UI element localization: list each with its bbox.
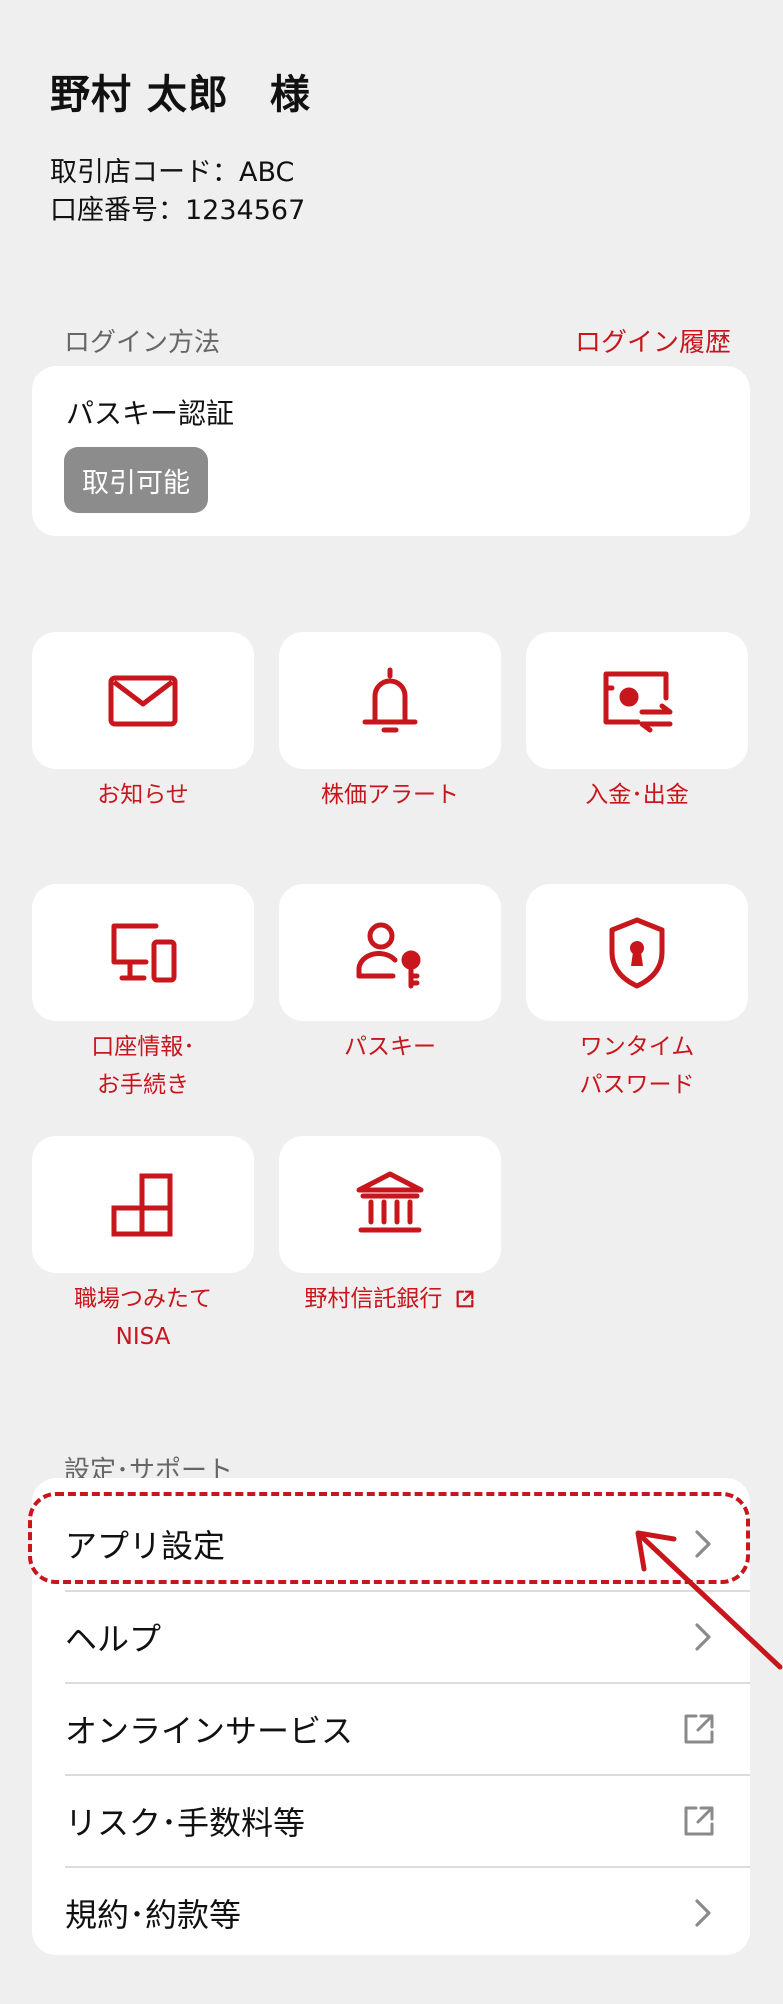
list-item-online-service[interactable]: オンラインサービス bbox=[65, 1683, 717, 1775]
account-number: 口座番号：1234567 bbox=[50, 195, 306, 226]
tile-nomura-trust-bank-label: 野村信託銀行 bbox=[266, 1280, 514, 1318]
external-link-icon bbox=[681, 1803, 717, 1839]
mail-icon bbox=[108, 675, 178, 726]
login-section-label: ログイン方法 bbox=[64, 328, 221, 358]
tile-nomura-trust-bank[interactable] bbox=[279, 1136, 501, 1273]
login-history-link[interactable]: ログイン履歴 bbox=[575, 322, 731, 359]
help-label: ヘルプ bbox=[65, 1620, 162, 1658]
tile-passkey-label: パスキー bbox=[344, 1034, 436, 1060]
tile-deposit-withdraw[interactable] bbox=[526, 632, 748, 769]
shield-lock-icon bbox=[609, 917, 665, 988]
branch-code: 取引店コード：ABC bbox=[50, 157, 295, 188]
login-method: パスキー認証 bbox=[66, 397, 235, 430]
list-item-terms[interactable]: 規約･約款等 bbox=[65, 1867, 717, 1959]
tile-one-time-password-label: ワンタイム パスワード bbox=[579, 1034, 695, 1098]
user-name: 野村 太郎 様 bbox=[50, 72, 311, 118]
tile-notifications-label: お知らせ bbox=[97, 782, 189, 808]
tile-stock-alert-label: 株価アラート bbox=[321, 782, 459, 808]
chevron-right-icon bbox=[689, 1893, 717, 1933]
deposit-withdraw-icon bbox=[603, 671, 673, 732]
tile-workplace-nisa[interactable] bbox=[32, 1136, 254, 1273]
tile-workplace-nisa-label: 職場つみたて NISA bbox=[74, 1286, 212, 1350]
tile-notifications[interactable] bbox=[32, 632, 254, 769]
status-badge: 取引可能 bbox=[64, 447, 208, 513]
tile-stock-alert[interactable] bbox=[279, 632, 501, 769]
pointer-arrow bbox=[635, 1530, 783, 1670]
tile-deposit-withdraw-label: 入金･出金 bbox=[585, 782, 689, 808]
list-item-help[interactable]: ヘルプ bbox=[65, 1591, 717, 1683]
risk-fees-label: リスク･手数料等 bbox=[65, 1804, 306, 1842]
external-link-icon bbox=[681, 1711, 717, 1747]
user-key-icon bbox=[356, 922, 421, 988]
external-link-icon bbox=[456, 1290, 474, 1308]
online-service-label: オンラインサービス bbox=[65, 1712, 354, 1750]
blocks-icon bbox=[111, 1173, 173, 1236]
bank-icon bbox=[356, 1171, 424, 1232]
tile-passkey[interactable] bbox=[279, 884, 501, 1021]
tile-account-info-label: 口座情報･ お手続き bbox=[91, 1034, 195, 1098]
list-item-risk-fees[interactable]: リスク･手数料等 bbox=[65, 1775, 717, 1867]
bell-icon bbox=[362, 667, 418, 732]
login-method-card: パスキー認証 取引可能 bbox=[32, 366, 750, 536]
tile-account-info[interactable] bbox=[32, 884, 254, 1021]
tile-one-time-password[interactable] bbox=[526, 884, 748, 1021]
devices-icon bbox=[111, 923, 177, 982]
terms-label: 規約･約款等 bbox=[65, 1896, 242, 1934]
